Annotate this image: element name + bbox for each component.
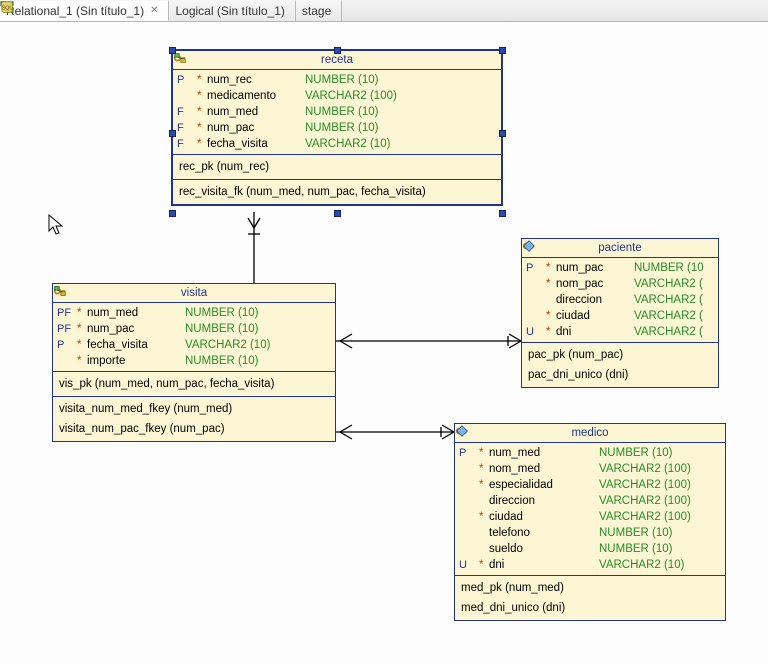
column-row: *nom_pacVARCHAR2 ( bbox=[526, 276, 714, 292]
tab-label: stage bbox=[302, 4, 331, 18]
index-section: med_pk (num_med) med_dni_unico (dni) bbox=[455, 576, 725, 620]
diagram-canvas[interactable]: receta P*num_recNUMBER (10) *medicamento… bbox=[0, 22, 768, 664]
index-section: pac_pk (num_pac) pac_dni_unico (dni) bbox=[522, 343, 718, 387]
column-row: U*dniVARCHAR2 ( bbox=[526, 324, 714, 340]
svg-text:SQL: SQL bbox=[2, 6, 13, 12]
column-row: *nom_medVARCHAR2 (100) bbox=[459, 461, 721, 477]
column-row: direccionVARCHAR2 ( bbox=[526, 292, 714, 308]
entity-title: medico bbox=[455, 424, 725, 443]
index-row: pac_dni_unico (dni) bbox=[526, 365, 714, 385]
entity-paciente[interactable]: paciente P*num_pacNUMBER (10 *nom_pacVAR… bbox=[521, 238, 719, 388]
entity-title: visita bbox=[53, 284, 335, 303]
entity-receta[interactable]: receta P*num_recNUMBER (10) *medicamento… bbox=[172, 50, 502, 205]
column-row: PF*num_pacNUMBER (10) bbox=[57, 321, 331, 337]
entity-medico[interactable]: medico P*num_medNUMBER (10) *nom_medVARC… bbox=[454, 423, 726, 621]
resize-handle[interactable] bbox=[499, 130, 506, 137]
index-section: vis_pk (num_med, num_pac, fecha_visita) bbox=[53, 372, 335, 397]
column-row: F*fecha_visitaVARCHAR2 (10) bbox=[177, 136, 497, 152]
close-icon[interactable]: ✕ bbox=[150, 5, 158, 16]
resize-handle[interactable] bbox=[334, 210, 341, 217]
column-row: *especialidadVARCHAR2 (100) bbox=[459, 477, 721, 493]
resize-handle[interactable] bbox=[169, 210, 176, 217]
fk-section: visita_num_med_fkey (num_med) visita_num… bbox=[53, 397, 335, 441]
column-row: *medicamentoVARCHAR2 (100) bbox=[177, 88, 497, 104]
columns-section: PF*num_medNUMBER (10) PF*num_pacNUMBER (… bbox=[53, 303, 335, 372]
column-row: *importeNUMBER (10) bbox=[57, 353, 331, 369]
column-row: P*num_pacNUMBER (10 bbox=[526, 260, 714, 276]
resize-handle[interactable] bbox=[334, 47, 341, 54]
index-row: visita_num_pac_fkey (num_pac) bbox=[57, 419, 331, 439]
column-row: sueldoNUMBER (10) bbox=[459, 541, 721, 557]
index-section: rec_pk (num_rec) bbox=[173, 155, 501, 180]
column-row: P*fecha_visitaVARCHAR2 (10) bbox=[57, 337, 331, 353]
fk-section: rec_visita_fk (num_med, num_pac, fecha_v… bbox=[173, 180, 501, 204]
column-row: P*num_medNUMBER (10) bbox=[459, 445, 721, 461]
index-row: med_dni_unico (dni) bbox=[459, 598, 721, 618]
column-row: F*num_medNUMBER (10) bbox=[177, 104, 497, 120]
columns-section: P*num_medNUMBER (10) *nom_medVARCHAR2 (1… bbox=[455, 443, 725, 576]
tab-bar: Relational_1 (Sin título_1) ✕ Logical (S… bbox=[0, 0, 768, 22]
tab-label: Relational_1 (Sin título_1) bbox=[6, 4, 144, 18]
fk-icon bbox=[53, 284, 67, 298]
entity-visita[interactable]: visita PF*num_medNUMBER (10) PF*num_pacN… bbox=[52, 283, 336, 442]
resize-handle[interactable] bbox=[499, 210, 506, 217]
columns-section: P*num_recNUMBER (10) *medicamentoVARCHAR… bbox=[173, 70, 501, 155]
index-row: rec_pk (num_rec) bbox=[177, 157, 497, 177]
column-row: U*dniVARCHAR2 (10) bbox=[459, 557, 721, 573]
column-row: *ciudadVARCHAR2 ( bbox=[526, 308, 714, 324]
resize-handle[interactable] bbox=[169, 130, 176, 137]
columns-section: P*num_pacNUMBER (10 *nom_pacVARCHAR2 ( d… bbox=[522, 258, 718, 343]
column-row: PF*num_medNUMBER (10) bbox=[57, 305, 331, 321]
index-row: vis_pk (num_med, num_pac, fecha_visita) bbox=[57, 374, 331, 394]
index-row: rec_visita_fk (num_med, num_pac, fecha_v… bbox=[177, 182, 497, 202]
column-row: *ciudadVARCHAR2 (100) bbox=[459, 509, 721, 525]
sql-icon: SQL bbox=[0, 0, 14, 14]
index-row: med_pk (num_med) bbox=[459, 578, 721, 598]
entity-title: paciente bbox=[522, 239, 718, 258]
tab-relational[interactable]: Relational_1 (Sin título_1) ✕ bbox=[0, 0, 169, 21]
index-row: pac_pk (num_pac) bbox=[526, 345, 714, 365]
tab-logical[interactable]: Logical (Sin título_1) bbox=[169, 0, 295, 21]
unique-icon bbox=[455, 424, 469, 438]
column-row: direccionVARCHAR2 (100) bbox=[459, 493, 721, 509]
unique-icon bbox=[522, 239, 536, 253]
column-row: telefonoNUMBER (10) bbox=[459, 525, 721, 541]
column-row: F*num_pacNUMBER (10) bbox=[177, 120, 497, 136]
resize-handle[interactable] bbox=[169, 47, 176, 54]
tab-label: Logical (Sin título_1) bbox=[175, 4, 284, 18]
resize-handle[interactable] bbox=[499, 47, 506, 54]
index-row: visita_num_med_fkey (num_med) bbox=[57, 399, 331, 419]
tab-stage[interactable]: SQL stage bbox=[296, 0, 342, 21]
column-row: P*num_recNUMBER (10) bbox=[177, 72, 497, 88]
